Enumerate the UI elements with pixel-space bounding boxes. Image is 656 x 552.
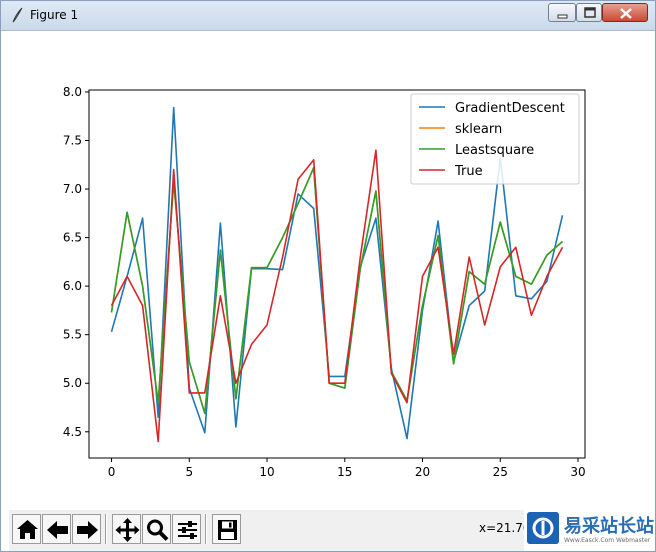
magnifier-icon: [147, 519, 169, 541]
close-button[interactable]: [602, 3, 648, 22]
legend-label: sklearn: [455, 122, 502, 137]
watermark-subtext: Www.Easck.Com Webmaster: [564, 537, 651, 544]
x-tick-label: 10: [259, 465, 274, 479]
forward-button[interactable]: [72, 514, 101, 544]
home-icon: [17, 520, 38, 539]
toolbar-separator: [205, 514, 207, 544]
cursor-coordinates: x=21.70: [479, 521, 531, 535]
configure-subplots-button[interactable]: [172, 514, 201, 544]
floppy-disk-icon: [218, 520, 237, 540]
maximize-button[interactable]: [576, 3, 602, 22]
sliders-icon: [178, 521, 197, 539]
close-icon: [620, 8, 632, 19]
toolbar-separator: [105, 514, 107, 544]
minimize-icon: [557, 14, 568, 19]
y-tick-label: 6.5: [63, 231, 82, 245]
legend-label: GradientDescent: [455, 101, 565, 116]
pan-button[interactable]: [112, 514, 141, 544]
home-button[interactable]: [12, 514, 41, 544]
site-logo-icon: [527, 512, 559, 544]
line-chart: 0 5 10 15 20 25 30 4.5 5.0 5.5 6.0 6.5 7.0 7.5 8.0 Grad…: [9, 32, 649, 510]
y-tick-label: 5.0: [63, 376, 82, 390]
x-tick-label: 20: [415, 465, 430, 479]
feather-icon: [12, 7, 23, 23]
watermark-text: 易采站长站: [564, 516, 654, 537]
minimize-button[interactable]: [548, 3, 576, 22]
y-tick-label: 8.0: [63, 85, 82, 99]
legend-label: True: [454, 164, 483, 179]
save-button[interactable]: [212, 514, 241, 544]
figure-window: Figure 1 0 5 10 15 20 25 30 4.5 5.0 5.5 6.0 6.5 7.0 7…: [0, 0, 656, 552]
title-bar[interactable]: Figure 1: [1, 1, 655, 31]
y-tick-label: 7.0: [63, 182, 82, 196]
maximize-icon: [584, 7, 596, 18]
site-watermark: 易采站长站 Www.Easck.Com Webmaster: [524, 510, 654, 551]
move-icon: [115, 518, 140, 542]
arrow-right-icon: [77, 521, 98, 539]
y-tick-label: 4.5: [63, 425, 82, 439]
y-tick-label: 7.5: [63, 133, 82, 147]
x-tick-label: 30: [570, 465, 585, 479]
window-title: Figure 1: [30, 8, 79, 22]
figure-canvas[interactable]: 0 5 10 15 20 25 30 4.5 5.0 5.5 6.0 6.5 7.0 7.5 8.0 Grad…: [9, 32, 649, 510]
y-tick-label: 5.5: [63, 328, 82, 342]
zoom-button[interactable]: [142, 514, 171, 544]
x-tick-label: 25: [493, 465, 508, 479]
x-tick-label: 15: [337, 465, 352, 479]
back-button[interactable]: [42, 514, 71, 544]
legend-label: Leastsquare: [455, 143, 534, 158]
x-tick-label: 0: [108, 465, 116, 479]
y-tick-label: 6.0: [63, 279, 82, 293]
x-tick-label: 5: [185, 465, 193, 479]
navigation-toolbar: x=21.70 易采站长站 Www.Easck.Com Webmaster: [9, 510, 654, 551]
arrow-left-icon: [47, 521, 68, 539]
